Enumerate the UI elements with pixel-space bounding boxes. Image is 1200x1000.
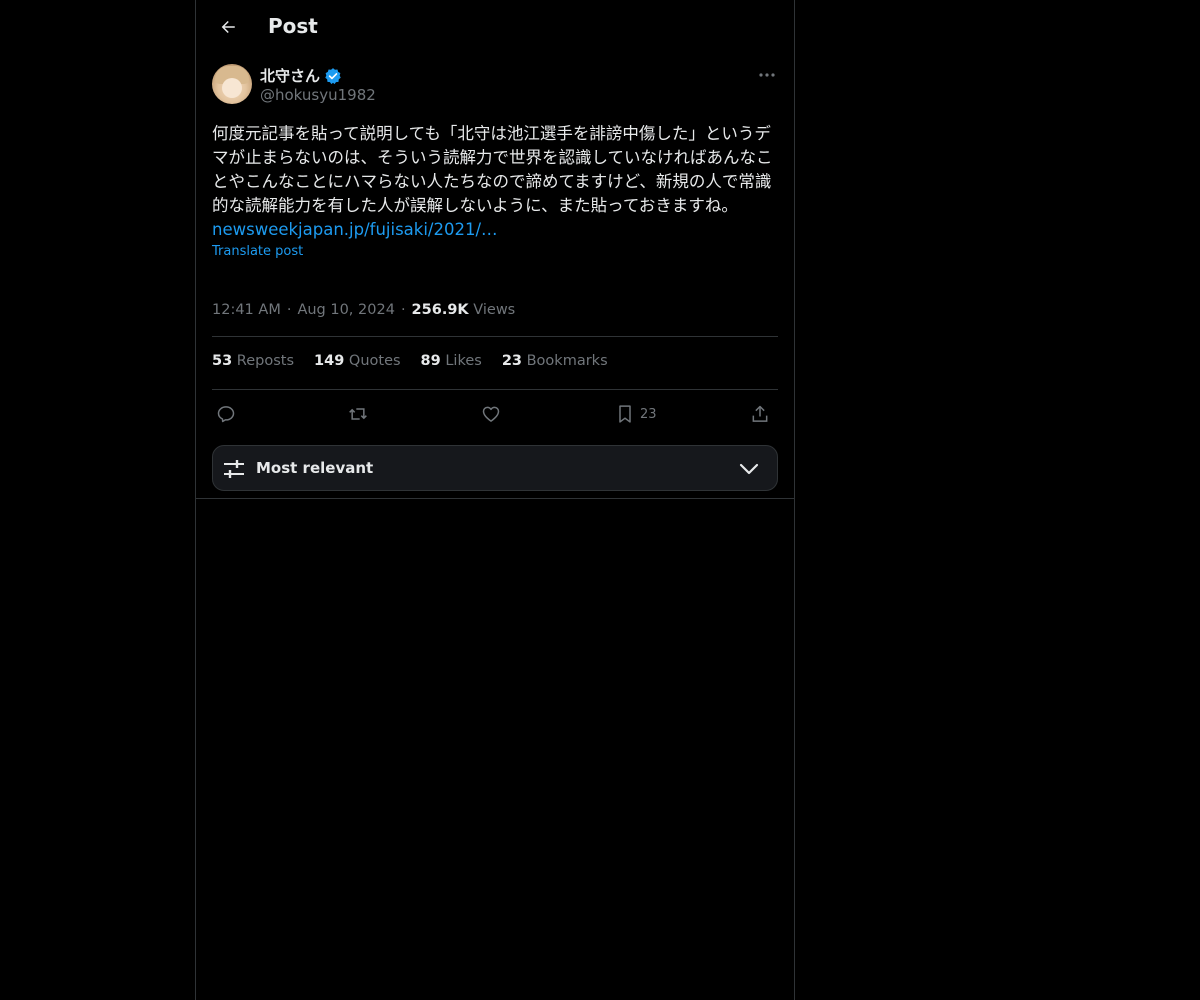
author-handle[interactable]: @hokusyu1982 xyxy=(260,86,376,104)
likes-label: Likes xyxy=(445,353,482,369)
meta-separator: · xyxy=(286,302,292,318)
post-time[interactable]: 12:41 AM xyxy=(212,302,281,318)
likes-stat[interactable]: 89 Likes xyxy=(421,353,482,373)
back-arrow-icon xyxy=(221,21,235,33)
engagement-stats: 53 Reposts 149 Quotes 89 Likes 23 Bookma… xyxy=(212,353,608,373)
action-bar: 23 xyxy=(212,400,778,428)
back-button[interactable] xyxy=(212,11,244,43)
author-name-link[interactable]: 北守さん xyxy=(260,65,342,86)
bookmarks-stat[interactable]: 23 Bookmarks xyxy=(502,353,608,373)
reposts-label: Reposts xyxy=(236,353,295,369)
quotes-stat[interactable]: 149 Quotes xyxy=(314,353,401,373)
sliders-icon xyxy=(224,460,244,478)
bookmark-button[interactable]: 23 xyxy=(616,400,657,428)
verified-badge-icon xyxy=(325,67,341,84)
repost-icon xyxy=(349,408,367,420)
author-row: 北守さん @hokusyu1982 xyxy=(212,64,778,106)
post-text: 何度元記事を貼って説明しても「北守は池江選手を誹謗中傷した」というデマが止まらな… xyxy=(212,124,773,215)
avatar-face xyxy=(222,78,242,98)
reposts-count: 53 xyxy=(212,353,233,369)
repost-button[interactable] xyxy=(347,400,369,428)
views-count: 256.9K xyxy=(411,302,469,318)
bookmark-count: 23 xyxy=(640,406,657,422)
meta-separator: · xyxy=(400,302,406,318)
likes-count: 89 xyxy=(420,353,441,369)
avatar[interactable] xyxy=(212,64,252,104)
more-button[interactable] xyxy=(756,66,778,84)
divider xyxy=(212,336,778,337)
bookmarks-count: 23 xyxy=(501,353,522,369)
translate-post-link[interactable]: Translate post xyxy=(212,244,778,259)
post-date[interactable]: Aug 10, 2024 xyxy=(297,302,395,318)
reply-button[interactable] xyxy=(216,400,236,428)
quotes-count: 149 xyxy=(314,353,345,369)
sort-label: Most relevant xyxy=(256,459,374,477)
divider xyxy=(212,389,778,390)
reposts-stat[interactable]: 53 Reposts xyxy=(212,353,294,373)
chevron-down-icon xyxy=(739,463,759,475)
author-name: 北守さん xyxy=(260,67,321,85)
views[interactable]: 256.9K Views xyxy=(412,302,516,318)
bookmarks-label: Bookmarks xyxy=(526,353,608,369)
like-icon xyxy=(482,406,500,422)
views-label: Views xyxy=(473,302,516,318)
header: Post xyxy=(196,0,794,54)
divider xyxy=(196,498,794,499)
share-icon xyxy=(752,405,768,422)
like-button[interactable] xyxy=(481,400,501,428)
main-column: Post 北守さん @hokusyu1982 何度元記事を貼って説明しても「北守… xyxy=(195,0,795,1000)
post-meta: 12:41 AM · Aug 10, 2024 · 256.9K Views xyxy=(212,300,515,320)
quotes-label: Quotes xyxy=(348,353,401,369)
post-link[interactable]: newsweekjapan.jp/fujisaki/2021/… xyxy=(212,218,778,242)
reply-icon xyxy=(217,406,235,423)
sort-replies-dropdown[interactable]: Most relevant xyxy=(212,445,778,491)
post: 北守さん @hokusyu1982 何度元記事を貼って説明しても「北守は池江選手… xyxy=(212,64,778,259)
page-title: Post xyxy=(268,14,318,38)
more-icon xyxy=(759,73,775,77)
share-button[interactable] xyxy=(750,400,770,428)
bookmark-icon xyxy=(619,405,631,423)
